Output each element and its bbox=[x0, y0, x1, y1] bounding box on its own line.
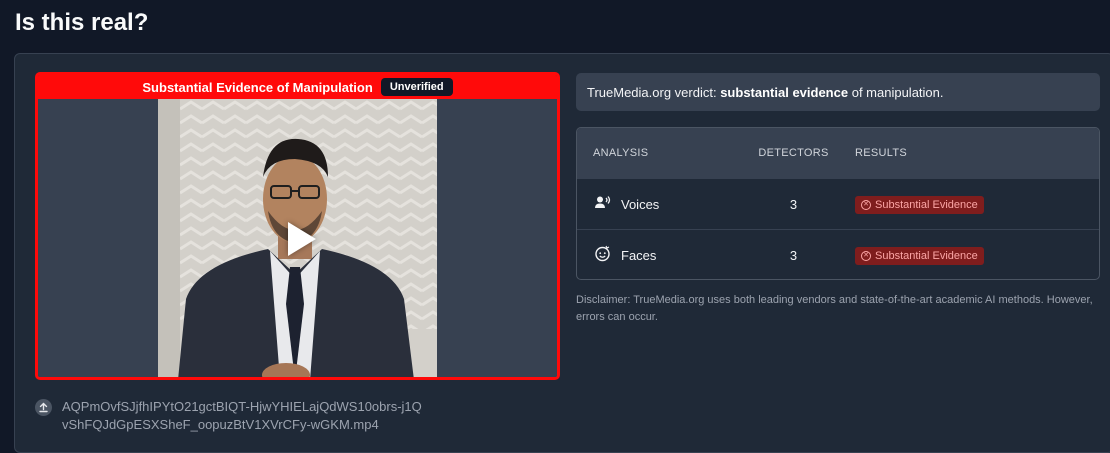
unverified-badge: Unverified bbox=[380, 78, 453, 96]
verdict-prefix: TrueMedia.org verdict: bbox=[587, 84, 717, 100]
status-badge-label: Substantial Evidence bbox=[875, 199, 978, 211]
table-header: ANALYSIS DETECTORS RESULTS bbox=[577, 128, 1099, 178]
row-label: Voices bbox=[621, 196, 660, 212]
row-analysis-faces: Faces bbox=[577, 245, 732, 266]
row-detectors: 3 bbox=[789, 247, 798, 263]
status-badge-label: Substantial Evidence bbox=[875, 250, 978, 262]
analysis-table: ANALYSIS DETECTORS RESULTS Voices 3 ✕ Su… bbox=[576, 127, 1100, 280]
row-result: ✕ Substantial Evidence bbox=[855, 194, 1099, 214]
verdict-strong: substantial evidence bbox=[720, 84, 849, 100]
status-badge: ✕ Substantial Evidence bbox=[855, 247, 984, 265]
table-row[interactable]: Faces 3 ✕ Substantial Evidence bbox=[577, 229, 1099, 279]
page-title: Is this real? bbox=[15, 9, 149, 36]
video-frame[interactable] bbox=[158, 99, 437, 377]
status-badge: ✕ Substantial Evidence bbox=[855, 196, 984, 214]
verdict-summary: TrueMedia.org verdict: substantial evide… bbox=[576, 73, 1100, 111]
header-analysis: ANALYSIS bbox=[593, 147, 649, 159]
play-icon[interactable] bbox=[287, 222, 316, 256]
disclaimer: Disclaimer: TrueMedia.org uses both lead… bbox=[576, 294, 1093, 323]
upload-icon bbox=[35, 399, 52, 416]
media-verdict-title: Substantial Evidence of Manipulation bbox=[142, 79, 373, 95]
close-circle-icon: ✕ bbox=[861, 251, 871, 261]
verdict-suffix: of manipulation. bbox=[851, 84, 944, 100]
close-circle-icon: ✕ bbox=[861, 200, 871, 210]
header-results: RESULTS bbox=[855, 147, 908, 159]
video-player[interactable] bbox=[38, 99, 557, 377]
row-detectors: 3 bbox=[789, 196, 798, 212]
row-label: Faces bbox=[621, 247, 657, 263]
media-header: Substantial Evidence of Manipulation Unv… bbox=[38, 75, 557, 99]
header-detectors: DETECTORS bbox=[758, 147, 829, 159]
row-result: ✕ Substantial Evidence bbox=[855, 245, 1099, 265]
table-row[interactable]: Voices 3 ✕ Substantial Evidence bbox=[577, 178, 1099, 229]
face-icon bbox=[593, 245, 611, 266]
media-card: Substantial Evidence of Manipulation Unv… bbox=[35, 72, 560, 380]
file-row: AQPmOvfSJjfhIPYtO21gctBIQT-HjwYHIELajQdW… bbox=[35, 398, 565, 434]
file-name: AQPmOvfSJjfhIPYtO21gctBIQT-HjwYHIELajQdW… bbox=[62, 399, 422, 432]
voice-icon bbox=[593, 195, 611, 213]
row-analysis-voices: Voices bbox=[577, 195, 732, 213]
